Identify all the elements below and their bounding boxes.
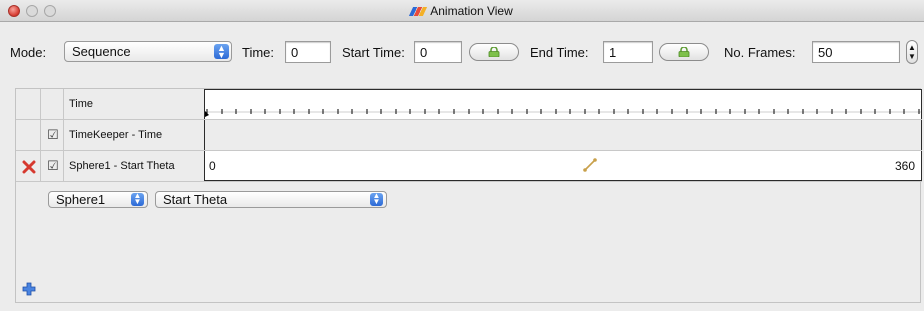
enable-cell: [41, 89, 64, 119]
track-label: Time: [69, 98, 94, 110]
frames-label: No. Frames:: [724, 45, 796, 60]
interpolation-icon[interactable]: [583, 158, 597, 172]
track-start-value: 0: [209, 159, 216, 173]
delete-cell: [16, 120, 41, 150]
delete-cell: [16, 89, 41, 119]
time-label: Time:: [242, 45, 275, 60]
property-select-value: Start Theta: [163, 192, 228, 207]
window-title-wrap: Animation View: [0, 4, 924, 18]
sphere1-start-theta-track[interactable]: 0 360: [204, 151, 922, 181]
source-select-value: Sphere1: [56, 192, 106, 207]
popup-arrows-icon: ▲ ▼: [214, 44, 229, 60]
stepper-down-icon[interactable]: ▼: [908, 52, 916, 61]
enable-checkbox[interactable]: ☑: [47, 159, 59, 172]
animation-tracks-panel: Time ☑ TimeKeeper - Time ☑ Sphere1 - Sta…: [15, 88, 922, 303]
plus-icon[interactable]: [22, 282, 36, 296]
popup-arrows-icon: ▲ ▼: [131, 192, 144, 206]
start-time-lock-button[interactable]: [469, 43, 519, 61]
source-select[interactable]: Sphere1 ▲ ▼: [48, 191, 148, 208]
frames-stepper[interactable]: ▲ ▼: [906, 40, 918, 64]
property-select[interactable]: Start Theta ▲ ▼: [155, 191, 387, 208]
stepper-up-icon[interactable]: ▲: [908, 43, 916, 52]
timekeeper-track[interactable]: [204, 120, 922, 150]
track-row-sphere1-start-theta: ☑ Sphere1 - Start Theta 0 360: [16, 151, 922, 182]
delete-track-icon[interactable]: [22, 160, 36, 174]
end-time-label: End Time:: [530, 45, 589, 60]
end-time-field[interactable]: 1: [603, 41, 653, 63]
lock-icon: [488, 47, 500, 57]
animation-toolbar: Mode: Sequence ▲ ▼ Time: 0 Start Time: 0 …: [0, 40, 924, 66]
time-ruler-ticks: [205, 109, 921, 117]
window-title: Animation View: [430, 4, 513, 18]
start-time-field[interactable]: 0: [414, 41, 462, 63]
start-time-label: Start Time:: [342, 45, 405, 60]
mode-select[interactable]: Sequence ▲ ▼: [64, 41, 232, 62]
track-label: Sphere1 - Start Theta: [69, 160, 175, 172]
time-ruler[interactable]: [204, 89, 922, 119]
enable-checkbox[interactable]: ☑: [47, 128, 59, 141]
track-label: TimeKeeper - Time: [69, 129, 163, 141]
end-time-lock-button[interactable]: [659, 43, 709, 61]
time-field[interactable]: 0: [285, 41, 331, 63]
track-row-time: Time: [16, 89, 922, 120]
mode-select-value: Sequence: [72, 44, 131, 59]
lock-icon: [678, 47, 690, 57]
animation-view-window: Animation View Mode: Sequence ▲ ▼ Time: 0…: [0, 0, 924, 311]
track-row-timekeeper: ☑ TimeKeeper - Time: [16, 120, 922, 151]
track-end-value: 360: [894, 159, 915, 173]
paraview-logo-icon: [409, 7, 428, 16]
title-bar: Animation View: [0, 0, 924, 22]
popup-arrows-icon: ▲ ▼: [370, 192, 383, 206]
frames-field[interactable]: 50: [812, 41, 900, 63]
mode-label: Mode:: [10, 45, 47, 60]
